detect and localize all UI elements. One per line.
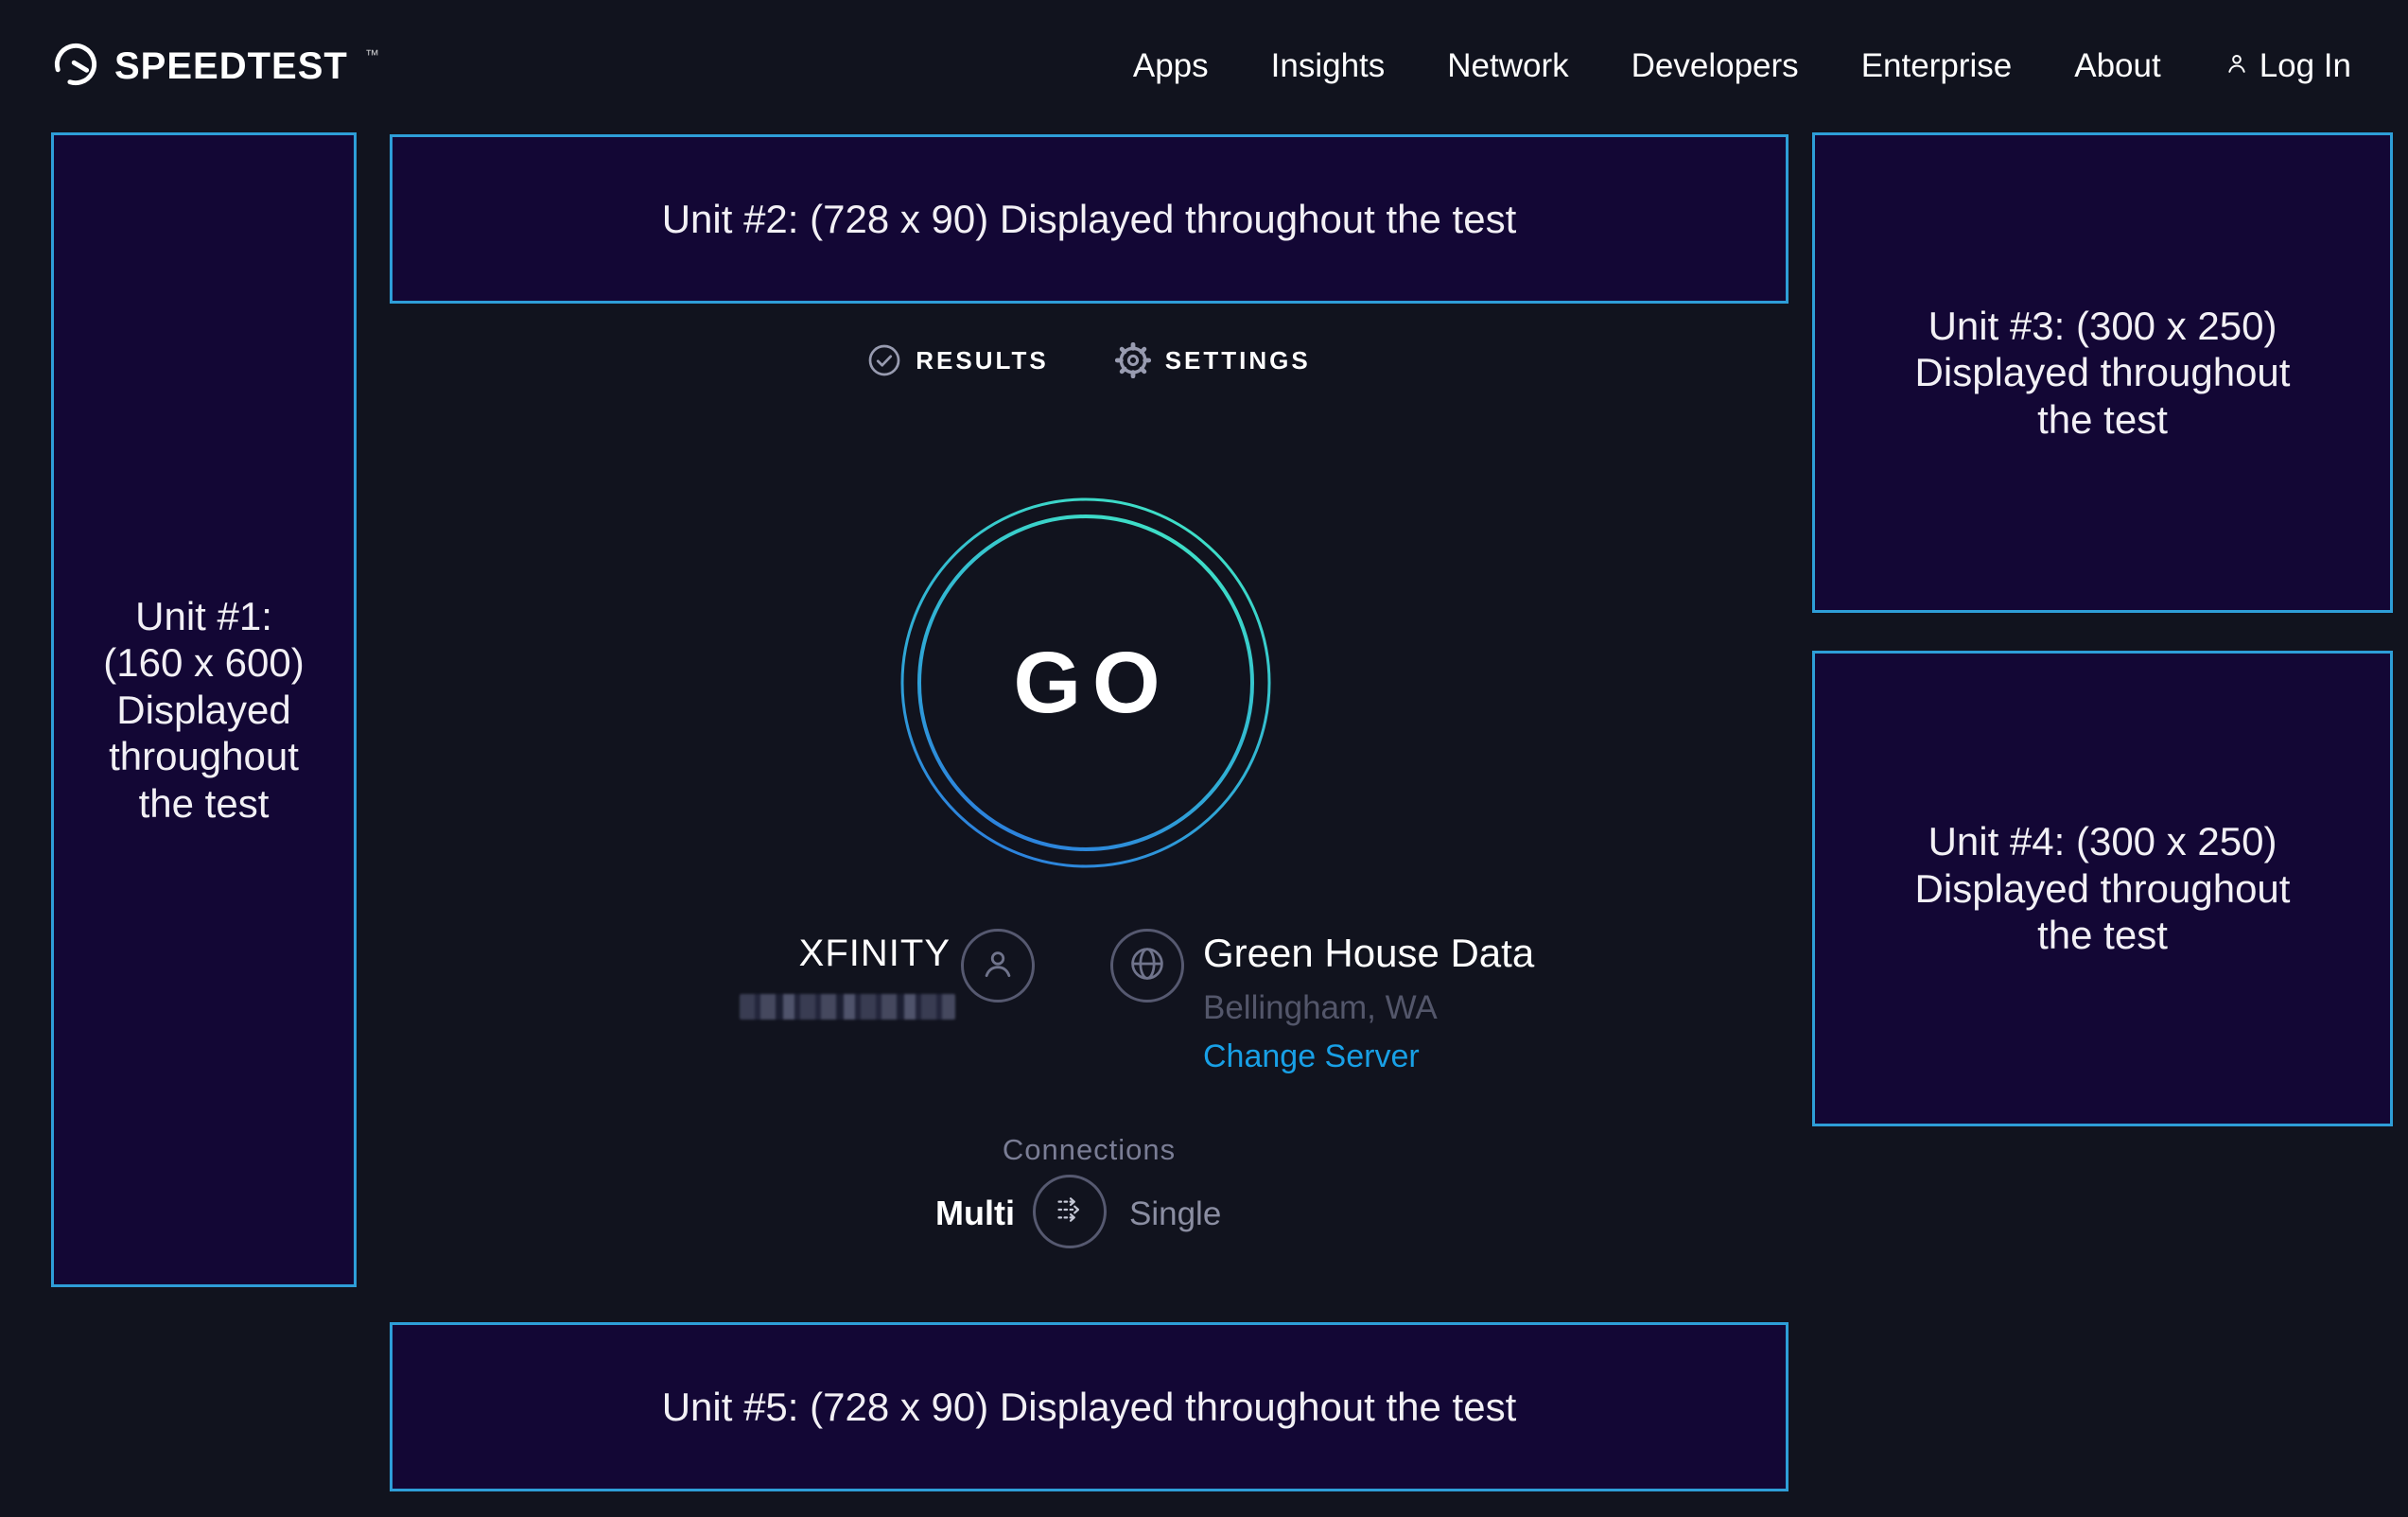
- ad-unit-4-rectangle[interactable]: Unit #4: (300 x 250) Displayed throughou…: [1812, 651, 2393, 1126]
- top-nav-bar: SPEEDTEST ™ Apps Insights Network Develop…: [0, 0, 2408, 132]
- gear-icon: [1115, 342, 1151, 378]
- ad-unit-3-text: Unit #3: (300 x 250) Displayed throughou…: [1893, 303, 2312, 444]
- nav-item-apps[interactable]: Apps: [1133, 47, 1209, 85]
- globe-icon: [1126, 943, 1168, 989]
- redacted-ip-address: [740, 994, 955, 1020]
- nav-menu: Apps Insights Network Developers Enterpr…: [1133, 47, 2351, 85]
- nav-item-network[interactable]: Network: [1447, 47, 1568, 85]
- isp-icon-circle: [961, 929, 1035, 1003]
- tab-results[interactable]: RESULTS: [867, 342, 1048, 378]
- server-name: Green House Data: [1203, 931, 1534, 976]
- connection-mode-toggle[interactable]: [1033, 1175, 1107, 1248]
- user-icon: [2224, 47, 2250, 85]
- nav-item-enterprise[interactable]: Enterprise: [1861, 47, 2013, 85]
- ad-unit-3-rectangle[interactable]: Unit #3: (300 x 250) Displayed throughou…: [1812, 132, 2393, 613]
- ad-unit-1-text: Unit #1: (160 x 600) Displayed throughou…: [95, 593, 314, 828]
- nav-item-about[interactable]: About: [2074, 47, 2160, 85]
- ad-unit-5-text: Unit #5: (728 x 90) Displayed throughout…: [662, 1384, 1517, 1431]
- go-button-label: GO: [900, 497, 1271, 868]
- person-icon: [978, 944, 1018, 988]
- tab-settings[interactable]: SETTINGS: [1115, 342, 1311, 378]
- connections-label: Connections: [390, 1133, 1789, 1167]
- speedtest-gauge-icon: [52, 41, 99, 93]
- ad-unit-2-text: Unit #2: (728 x 90) Displayed throughout…: [662, 196, 1517, 243]
- speedtest-page: { "header": { "logo_text": "SPEEDTEST", …: [0, 0, 2408, 1517]
- server-location: Bellingham, WA: [1203, 989, 1438, 1027]
- server-icon-circle: [1110, 929, 1184, 1003]
- isp-name: XFINITY: [724, 933, 951, 975]
- logo-trademark: ™: [365, 47, 379, 63]
- results-settings-tabs: RESULTS SETTINGS: [390, 342, 1789, 378]
- tab-settings-label: SETTINGS: [1165, 346, 1311, 375]
- go-button[interactable]: GO: [900, 497, 1271, 868]
- tab-results-label: RESULTS: [916, 346, 1048, 375]
- ad-unit-1-skyscraper[interactable]: Unit #1: (160 x 600) Displayed throughou…: [51, 132, 357, 1287]
- nav-item-insights[interactable]: Insights: [1271, 47, 1386, 85]
- speedtest-logo[interactable]: SPEEDTEST ™: [52, 41, 379, 93]
- connection-mode-multi[interactable]: Multi: [769, 1194, 1015, 1233]
- change-server-link[interactable]: Change Server: [1203, 1038, 1420, 1075]
- ad-unit-5-leaderboard[interactable]: Unit #5: (728 x 90) Displayed throughout…: [390, 1322, 1789, 1491]
- login-button[interactable]: Log In: [2224, 47, 2351, 85]
- nav-item-developers[interactable]: Developers: [1632, 47, 1799, 85]
- ad-unit-2-leaderboard[interactable]: Unit #2: (728 x 90) Displayed throughout…: [390, 134, 1789, 304]
- multi-arrows-icon: [1048, 1188, 1091, 1236]
- login-label: Log In: [2260, 47, 2351, 85]
- connection-mode-single[interactable]: Single: [1129, 1195, 1221, 1233]
- ad-unit-4-text: Unit #4: (300 x 250) Displayed throughou…: [1893, 818, 2312, 959]
- logo-wordmark: SPEEDTEST: [114, 45, 348, 88]
- check-circle-icon: [867, 343, 901, 377]
